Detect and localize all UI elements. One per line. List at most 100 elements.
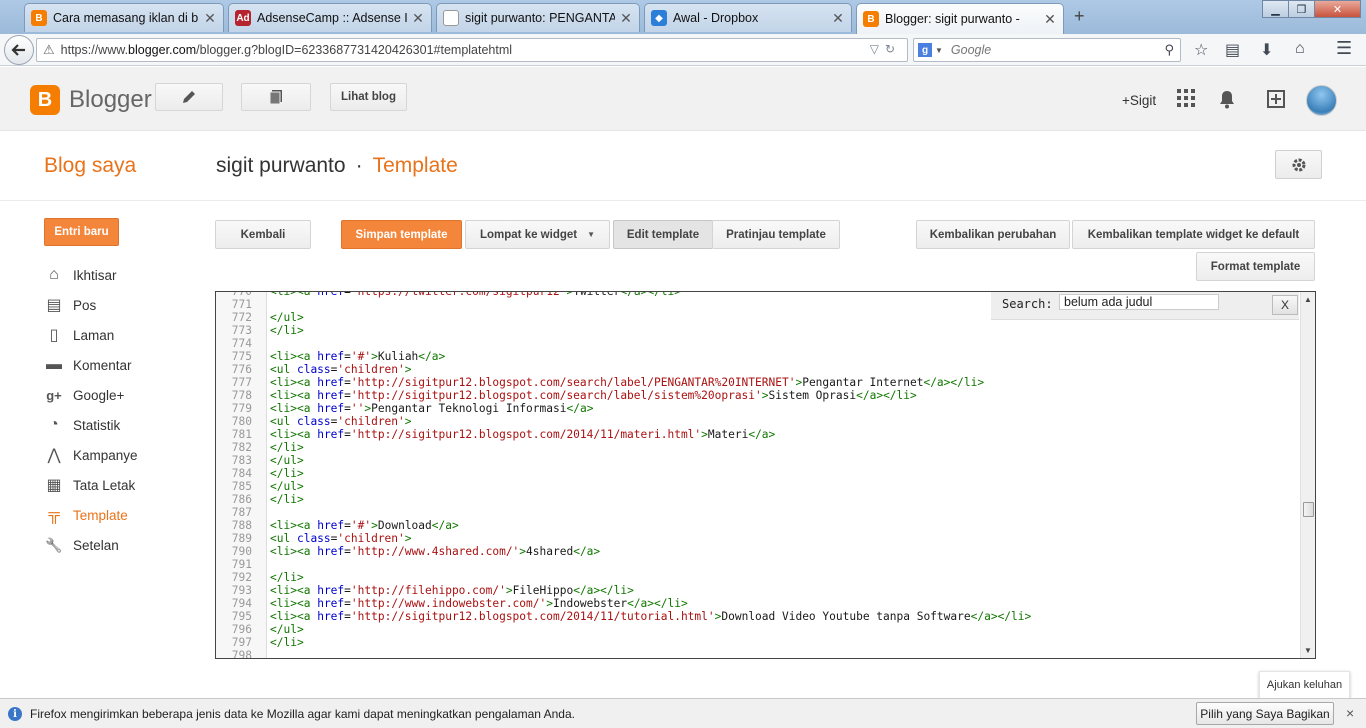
code-line[interactable]: 783 </ul> (216, 454, 1301, 467)
my-blogs-link[interactable]: Blog saya (44, 154, 136, 178)
new-tab-button[interactable]: + (1074, 6, 1085, 27)
code-text[interactable]: <ul class='children'> (270, 532, 412, 545)
code-text[interactable]: <li><a href='http://sigitpur12.blogspot.… (270, 610, 1031, 623)
code-line[interactable]: 795 <li><a href='http://sigitpur12.blogsp… (216, 610, 1301, 623)
share-plus-icon[interactable] (1266, 89, 1286, 114)
code-line[interactable]: 791 (216, 558, 1301, 571)
code-line[interactable]: 796 </ul> (216, 623, 1301, 636)
url-bar[interactable]: ⚠ https://www.blogger.com/blogger.g?blog… (36, 38, 908, 62)
user-avatar[interactable] (1306, 85, 1337, 116)
code-line[interactable]: 773 </li> (216, 324, 1301, 337)
settings-gear-button[interactable] (1275, 150, 1322, 179)
sidebar-item-setelan[interactable]: 🔧 Setelan (44, 530, 138, 560)
code-line[interactable]: 780 <ul class='children'> (216, 415, 1301, 428)
sidebar-item-template[interactable]: ╦ Template (44, 500, 138, 530)
code-text[interactable]: <li><a href='http://www.4shared.com/'>4s… (270, 545, 600, 558)
code-text[interactable]: </li> (270, 636, 304, 649)
code-text[interactable]: <ul class='children'> (270, 363, 412, 376)
editor-search-input[interactable]: belum ada judul (1059, 294, 1219, 310)
maximize-button[interactable]: ❐ (1288, 0, 1315, 18)
sidebar-item-google[interactable]: g+ Google+ (44, 380, 138, 410)
code-text[interactable]: <li><a href=''>Pengantar Teknologi Infor… (270, 402, 593, 415)
edit-template-tab[interactable]: Edit template (613, 220, 713, 249)
search-bar[interactable]: g ▼ Google ⚲ (913, 38, 1181, 62)
new-post-pencil-button[interactable] (155, 83, 223, 111)
browser-tab[interactable]: ◆ Awal - Dropbox ✕ (644, 3, 852, 32)
code-text[interactable]: <li><a href='#'>Download</a> (270, 519, 459, 532)
google-search-engine-icon[interactable]: g (918, 43, 932, 57)
code-line[interactable]: 792 </li> (216, 571, 1301, 584)
choose-what-i-share-button[interactable]: Pilih yang Saya Bagikan (1196, 702, 1334, 725)
sidebar-item-tata-letak[interactable]: ▦ Tata Letak (44, 470, 138, 500)
sidebar-item-kampanye[interactable]: ⋀ Kampanye (44, 440, 137, 470)
code-line[interactable]: 776 <ul class='children'> (216, 363, 1301, 376)
scroll-down-icon[interactable]: ▼ (1304, 646, 1312, 655)
browser-tab[interactable]: sigit purwanto: PENGANTAR I... ✕ (436, 3, 640, 32)
scroll-up-icon[interactable]: ▲ (1304, 295, 1312, 304)
menu-icon[interactable]: ☰ (1336, 38, 1352, 59)
engine-dropdown-icon[interactable]: ▼ (935, 46, 943, 55)
code-line[interactable]: 794 <li><a href='http://www.indowebster.c… (216, 597, 1301, 610)
tab-close-icon[interactable]: ✕ (1043, 11, 1057, 28)
back-to-template-button[interactable]: Kembali (215, 220, 311, 249)
code-line[interactable]: 774 (216, 337, 1301, 350)
site-info-icon[interactable]: ⚠ (43, 42, 55, 58)
sidebar-item-ikhtisar[interactable]: ⌂ Ikhtisar (44, 260, 138, 290)
search-icon[interactable]: ⚲ (1164, 42, 1174, 58)
code-line[interactable]: 786 </li> (216, 493, 1301, 506)
browser-tab[interactable]: B Blogger: sigit purwanto - ✕ (856, 3, 1064, 34)
code-text[interactable]: </ul> (270, 480, 304, 493)
code-line[interactable]: 789 <ul class='children'> (216, 532, 1301, 545)
revert-widgets-default-button[interactable]: Kembalikan template widget ke default (1072, 220, 1315, 249)
code-line[interactable]: 788 <li><a href='#'>Download</a> (216, 519, 1301, 532)
google-plus-user-link[interactable]: +Sigit (1122, 93, 1156, 108)
code-line[interactable]: 779 <li><a href=''>Pengantar Teknologi In… (216, 402, 1301, 415)
code-line[interactable]: 797 </li> (216, 636, 1301, 649)
close-window-button[interactable]: ✕ (1314, 0, 1361, 18)
code-line[interactable]: 784 </li> (216, 467, 1301, 480)
apps-grid-icon[interactable] (1177, 89, 1195, 112)
code-text[interactable]: </ul> (270, 454, 304, 467)
code-line[interactable]: 790 <li><a href='http://www.4shared.com/'… (216, 545, 1301, 558)
sidebar-item-statistik[interactable]: ◔ Statistik (44, 410, 138, 440)
tab-close-icon[interactable]: ✕ (831, 10, 845, 27)
blogger-logo-text[interactable]: Blogger (69, 86, 152, 114)
tab-close-icon[interactable]: ✕ (619, 10, 633, 27)
close-icon[interactable]: × (1346, 705, 1354, 721)
code-text[interactable]: <li><a href='http://www.indowebster.com/… (270, 597, 688, 610)
code-line[interactable]: 782 </li> (216, 441, 1301, 454)
code-text[interactable]: <li><a href='http://sigitpur12.blogspot.… (270, 389, 917, 402)
minimize-button[interactable]: ▁ (1262, 0, 1289, 18)
code-line[interactable]: 777 <li><a href='http://sigitpur12.blogsp… (216, 376, 1301, 389)
sidebar-item-laman[interactable]: ▯ Laman (44, 320, 138, 350)
revert-changes-button[interactable]: Kembalikan perubahan (916, 220, 1070, 249)
code-line[interactable]: 775 <li><a href='#'>Kuliah</a> (216, 350, 1301, 363)
preview-template-tab[interactable]: Pratinjau template (712, 220, 840, 249)
code-text[interactable]: </li> (270, 324, 304, 337)
format-template-button[interactable]: Format template (1196, 252, 1315, 281)
code-line[interactable]: 781 <li><a href='http://sigitpur12.blogsp… (216, 428, 1301, 441)
code-text[interactable]: </li> (270, 493, 304, 506)
code-text[interactable]: </ul> (270, 623, 304, 636)
editor-scrollbar[interactable]: ▲ ▼ (1300, 292, 1315, 658)
blog-name[interactable]: sigit purwanto (216, 154, 346, 177)
sidebar-item-komentar[interactable]: ▬ Komentar (44, 350, 138, 380)
code-lines[interactable]: 770 <li><a href='https://twitter.com/sigi… (216, 292, 1301, 658)
home-icon[interactable]: ⌂ (1295, 40, 1305, 58)
back-button[interactable] (4, 35, 34, 65)
code-text[interactable]: <li><a href='http://sigitpur12.blogspot.… (270, 376, 984, 389)
tab-close-icon[interactable]: ✕ (203, 10, 217, 27)
code-line[interactable]: 785 </ul> (216, 480, 1301, 493)
posts-list-button[interactable] (241, 83, 311, 111)
code-line[interactable]: 793 <li><a href='http://filehippo.com/'>F… (216, 584, 1301, 597)
close-search-button[interactable]: X (1272, 295, 1298, 315)
code-line[interactable]: 778 <li><a href='http://sigitpur12.blogsp… (216, 389, 1301, 402)
blogger-logo-icon[interactable]: B (30, 85, 60, 115)
send-feedback-button[interactable]: Ajukan keluhan (1259, 671, 1350, 699)
code-line[interactable]: 787 (216, 506, 1301, 519)
code-text[interactable]: </li> (270, 571, 304, 584)
jump-to-widget-dropdown[interactable]: Lompat ke widget ▼ (465, 220, 610, 249)
browser-tab[interactable]: Ad AdsenseCamp :: Adsense I... ✕ (228, 3, 432, 32)
scrollbar-thumb[interactable] (1303, 502, 1314, 517)
code-text[interactable]: <li><a href='http://sigitpur12.blogspot.… (270, 428, 775, 441)
